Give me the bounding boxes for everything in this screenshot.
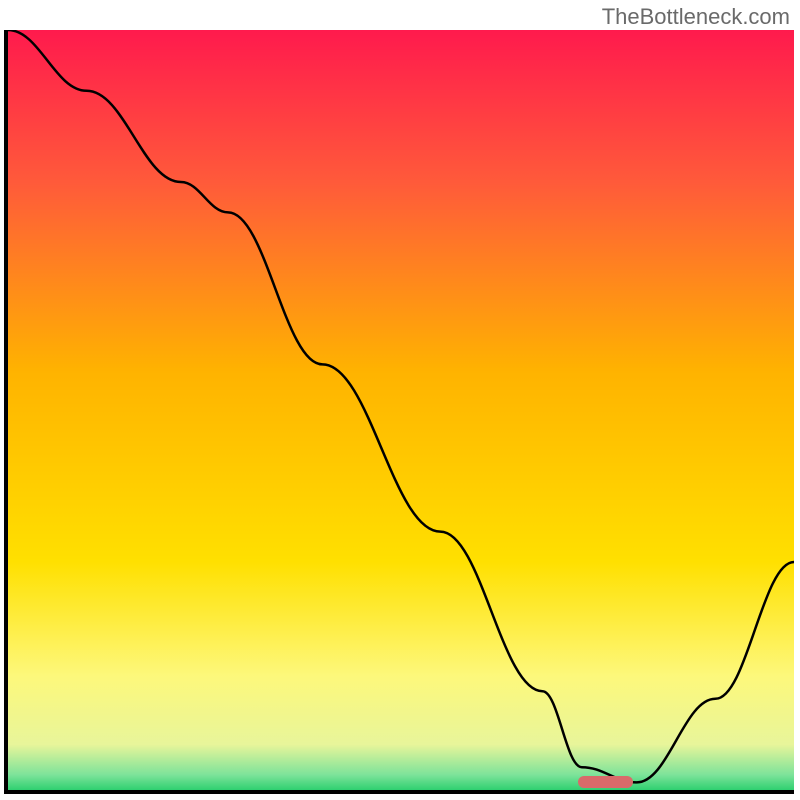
chart-plot-area xyxy=(4,30,794,794)
watermark-text: TheBottleneck.com xyxy=(602,4,790,30)
bottleneck-curve xyxy=(8,30,794,790)
optimal-range-marker xyxy=(578,776,633,788)
